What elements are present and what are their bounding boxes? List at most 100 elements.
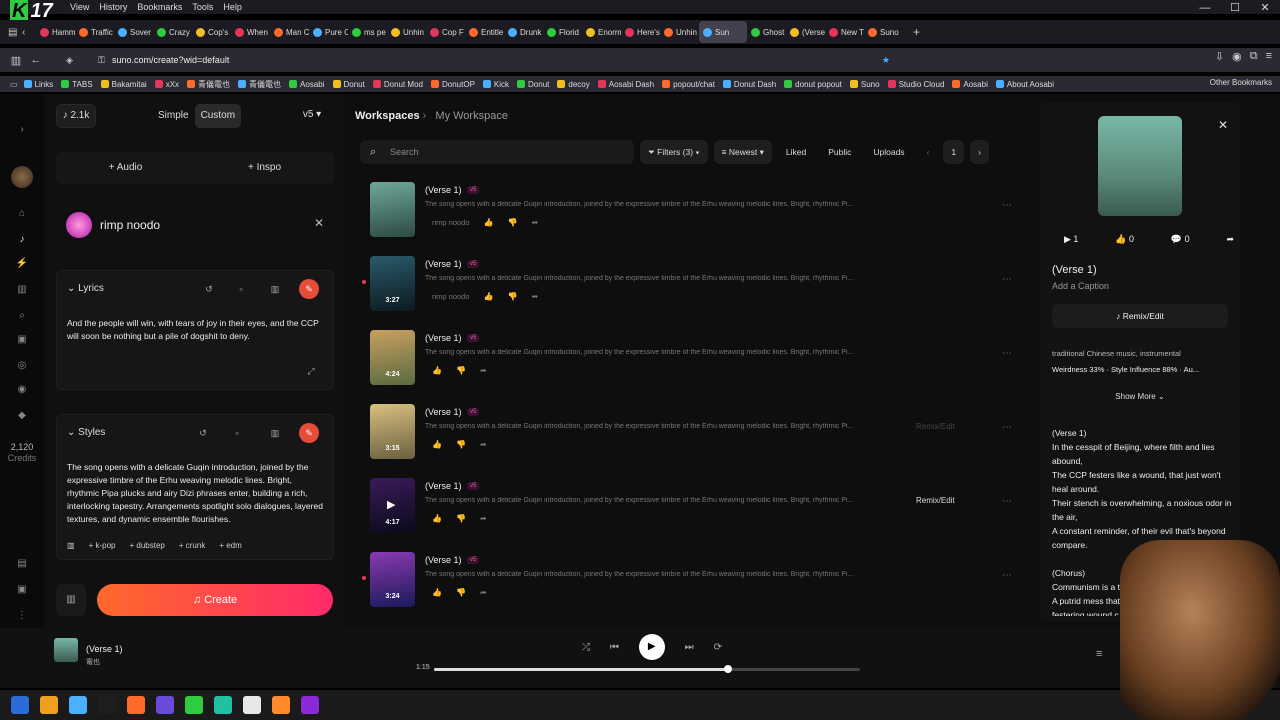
spotify-icon[interactable] — [214, 696, 232, 714]
browser-tab[interactable]: New T — [825, 21, 864, 43]
style-tag-chip[interactable]: + dubstep — [129, 541, 164, 550]
maximize-icon[interactable]: ☐ — [1220, 0, 1250, 20]
new-tab-icon[interactable]: + — [913, 25, 920, 39]
browser-tab[interactable]: Entitle — [465, 21, 504, 43]
user-avatar[interactable] — [11, 166, 33, 188]
thumbs-down-icon[interactable]: 👎 — [508, 292, 518, 301]
browser-tab[interactable]: When — [231, 21, 270, 43]
share-icon[interactable]: ➦ — [1226, 234, 1234, 245]
tab-scroll-left-icon[interactable]: ‹ — [22, 27, 36, 38]
close-window-icon[interactable]: ✕ — [1250, 0, 1280, 20]
bookmark-item[interactable]: decoy — [557, 80, 590, 89]
undo-icon[interactable]: ↺ — [199, 279, 219, 299]
create-icon[interactable]: ♪ — [12, 230, 32, 250]
song-row[interactable]: 3:15 (Verse 1) v5 The song opens with a del… — [370, 404, 1024, 464]
uploads-filter[interactable]: Uploads — [865, 140, 912, 164]
browser-tab[interactable]: Suno — [864, 21, 903, 43]
firefox-icon[interactable] — [127, 696, 145, 714]
song-thumbnail[interactable] — [370, 182, 415, 237]
thumbs-down-icon[interactable]: 👎 — [456, 514, 466, 523]
song-title[interactable]: (Verse 1) — [425, 555, 462, 565]
delete-icon[interactable]: ▥ — [265, 279, 285, 299]
song-row[interactable]: 3:27 (Verse 1) v5 The song opens with a del… — [362, 256, 1024, 316]
library-icon[interactable]: ▥ — [12, 280, 32, 300]
steam-icon[interactable] — [98, 696, 116, 714]
back-icon[interactable]: ← — [26, 54, 46, 66]
bookmark-item[interactable]: Donut Dash — [722, 80, 776, 89]
start-icon[interactable] — [11, 696, 29, 714]
more-nav-icon[interactable]: ⋮ — [12, 606, 32, 626]
bookmark-item[interactable]: popout/chat — [662, 80, 715, 89]
likes-count-pill[interactable]: ♪ 2.1k — [56, 104, 96, 128]
more-options-icon[interactable]: ⋯ — [1002, 570, 1012, 581]
bookmark-item[interactable]: DonutOP — [431, 80, 475, 89]
more-options-icon[interactable]: ⋯ — [1002, 348, 1012, 359]
clear-icon[interactable]: ▥ — [56, 584, 86, 616]
repeat-icon[interactable]: ⟳ — [714, 642, 722, 653]
copy-icon[interactable]: ▫ — [227, 423, 247, 443]
radio-icon[interactable]: ◉ — [12, 380, 32, 400]
like-count[interactable]: 👍 0 — [1115, 234, 1134, 245]
liked-filter[interactable]: Liked — [778, 140, 814, 164]
bookmark-item[interactable]: Donut Mod — [372, 80, 423, 89]
credits-display[interactable]: 2,120 Credits — [2, 442, 42, 464]
song-thumbnail[interactable]: 3:24 — [370, 552, 415, 607]
copy-icon[interactable]: ▫ — [231, 279, 251, 299]
bookmark-item[interactable]: Kick — [482, 80, 509, 89]
style-tag-chip[interactable]: + edm — [219, 541, 241, 550]
mode-simple[interactable]: Simple — [152, 104, 195, 128]
song-row[interactable]: 3:24 (Verse 1) v5 The song opens with a del… — [362, 552, 1024, 612]
sort-select[interactable]: ≡ Newest ▾ — [713, 140, 772, 164]
audio-button[interactable]: + Audio — [56, 152, 195, 184]
mode-custom[interactable]: Custom — [194, 104, 242, 128]
thumbs-up-icon[interactable]: 👍 — [484, 292, 494, 301]
browser-tab[interactable]: Traffic — [75, 21, 114, 43]
notes-icon[interactable] — [243, 696, 261, 714]
bookmark-item[interactable]: Aosabi — [289, 80, 325, 89]
remix-edit-button[interactable]: Remix/Edit — [916, 422, 955, 431]
extensions-icon[interactable]: ⧉ — [1250, 50, 1258, 63]
remix-edit-button[interactable]: Remix/Edit — [916, 496, 955, 505]
next-icon[interactable]: ⏭ — [685, 642, 694, 653]
browser-tab[interactable]: Man C — [270, 21, 309, 43]
bookmark-item[interactable]: About Aosabi — [995, 80, 1054, 89]
account-icon[interactable]: ◉ — [1232, 50, 1242, 63]
bookmark-item[interactable]: Suno — [849, 80, 880, 89]
lyrics-header[interactable]: ⌄ Lyrics — [67, 283, 104, 294]
settings-nav-icon[interactable]: ▣ — [12, 580, 32, 600]
obs-icon[interactable] — [301, 696, 319, 714]
share-icon[interactable]: ➦ — [480, 588, 487, 597]
version-select[interactable]: v5 ▾ — [292, 104, 332, 128]
song-thumbnail[interactable]: 3:27 — [370, 256, 415, 311]
public-filter[interactable]: Public — [820, 140, 859, 164]
share-icon[interactable]: ➦ — [531, 292, 538, 301]
styles-header[interactable]: ⌄ Styles — [67, 427, 105, 438]
menu-tools[interactable]: Tools — [192, 2, 213, 12]
comment-count[interactable]: 💬 0 — [1171, 234, 1190, 245]
file-explorer-icon[interactable] — [40, 696, 58, 714]
bookmark-item[interactable]: Studio Cloud — [887, 80, 944, 89]
previous-icon[interactable]: ⏮ — [610, 642, 619, 653]
undo-icon[interactable]: ↺ — [193, 423, 213, 443]
prev-page-icon[interactable]: ‹ — [919, 140, 938, 164]
thumbs-down-icon[interactable]: 👎 — [456, 440, 466, 449]
now-playing-artist[interactable]: 電也 — [86, 657, 100, 667]
song-thumbnail[interactable]: 3:15 — [370, 404, 415, 459]
other-bookmarks[interactable]: Other Bookmarks — [1210, 78, 1272, 87]
play-count[interactable]: ▶ 1 — [1064, 234, 1078, 245]
browser-tab[interactable]: Drunk — [504, 21, 543, 43]
bookmark-item[interactable]: TABS — [61, 80, 93, 89]
song-row[interactable]: 4:17 ▶ (Verse 1) v5 The song opens with a de… — [370, 478, 1024, 538]
play-icon[interactable]: ▶ — [387, 498, 395, 511]
song-title[interactable]: (Verse 1) — [425, 185, 462, 195]
style-tag-chip[interactable]: + k-pop — [89, 541, 116, 550]
lyrics-text[interactable]: And the people will win, with tears of j… — [67, 317, 323, 343]
share-icon[interactable]: ➦ — [480, 366, 487, 375]
persona-chip[interactable]: rimp noodo ✕ — [56, 206, 334, 244]
browser-tab[interactable]: Cop's — [192, 21, 231, 43]
progress-bar[interactable] — [434, 665, 860, 673]
song-cover-art[interactable] — [1098, 116, 1182, 216]
play-icon[interactable]: ▶ — [638, 634, 665, 660]
browser-tab[interactable]: Unhin — [387, 21, 426, 43]
progress-handle[interactable] — [723, 665, 732, 673]
